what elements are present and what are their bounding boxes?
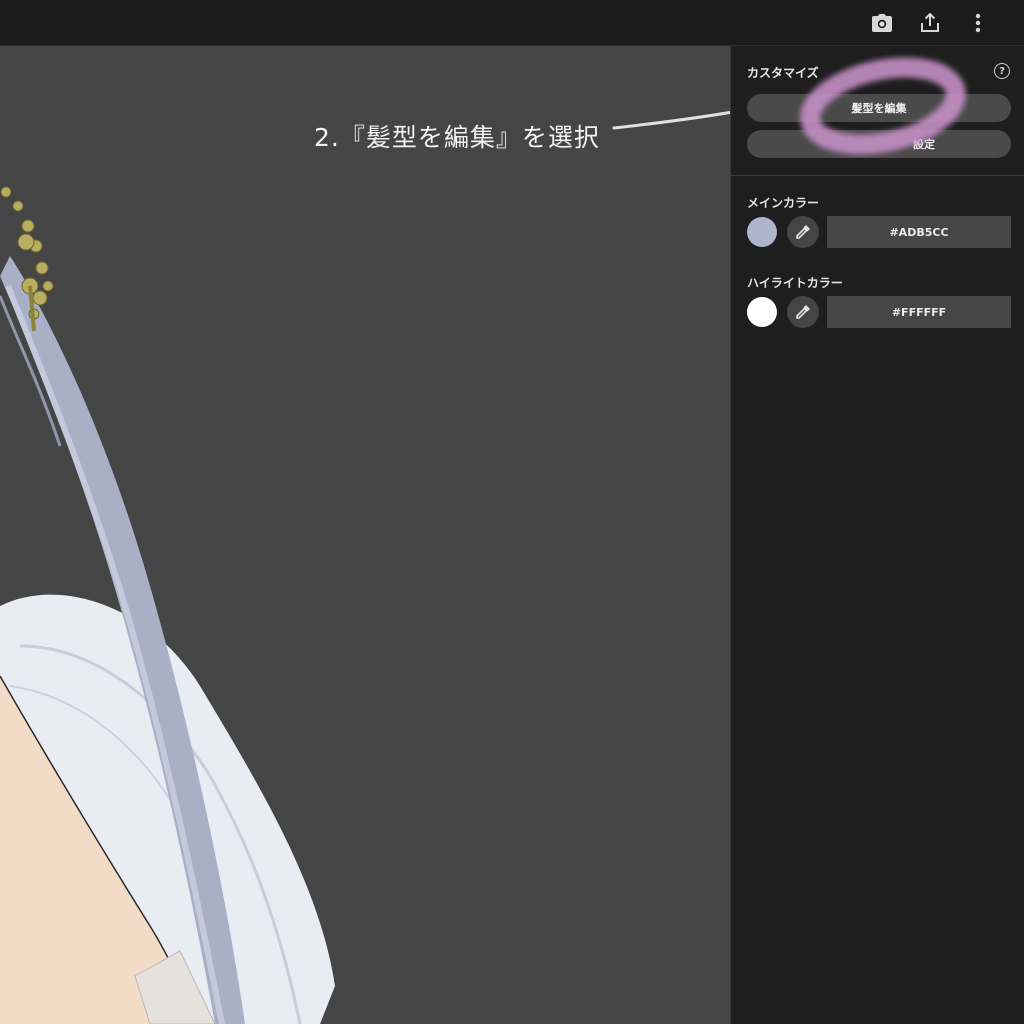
main-color-title: メインカラー [747, 196, 820, 210]
hair-settings-button[interactable]: 設定 [747, 130, 1011, 158]
section-divider [731, 175, 1024, 176]
highlight-color-swatch[interactable] [747, 297, 777, 327]
camera-icon [872, 14, 892, 32]
app-window: 2.『髪型を編集』を選択 カスタマイズ ? 髪型を編集 設定 メインカラー #A… [0, 0, 1024, 1024]
instruction-annotation: 2.『髪型を編集』を選択 [314, 123, 600, 152]
highlight-color-eyedropper-button[interactable] [787, 296, 819, 328]
more-button[interactable] [962, 7, 994, 39]
highlight-color-title: ハイライトカラー [747, 276, 843, 290]
customize-title: カスタマイズ [747, 66, 819, 80]
camera-button[interactable] [866, 7, 898, 39]
annotation-arrow [612, 110, 730, 130]
avatar-viewport[interactable]: 2.『髪型を編集』を選択 [0, 46, 730, 1024]
edit-hairstyle-button[interactable]: 髪型を編集 [747, 94, 1011, 122]
main-color-hex-field[interactable]: #ADB5CC [827, 216, 1011, 248]
highlight-color-hex-field[interactable]: #FFFFFF [827, 296, 1011, 328]
customize-panel: カスタマイズ ? 髪型を編集 設定 メインカラー #ADB5CC ハイライトカラ… [730, 46, 1024, 1024]
top-toolbar [0, 0, 1024, 46]
help-icon[interactable]: ? [994, 63, 1010, 79]
main-color-swatch[interactable] [747, 217, 777, 247]
more-vertical-icon [975, 13, 981, 33]
main-color-eyedropper-button[interactable] [787, 216, 819, 248]
share-button[interactable] [914, 7, 946, 39]
eyedropper-icon [796, 225, 810, 239]
avatar-model-render [0, 186, 335, 1024]
share-icon [921, 12, 939, 32]
eyedropper-icon [796, 305, 810, 319]
